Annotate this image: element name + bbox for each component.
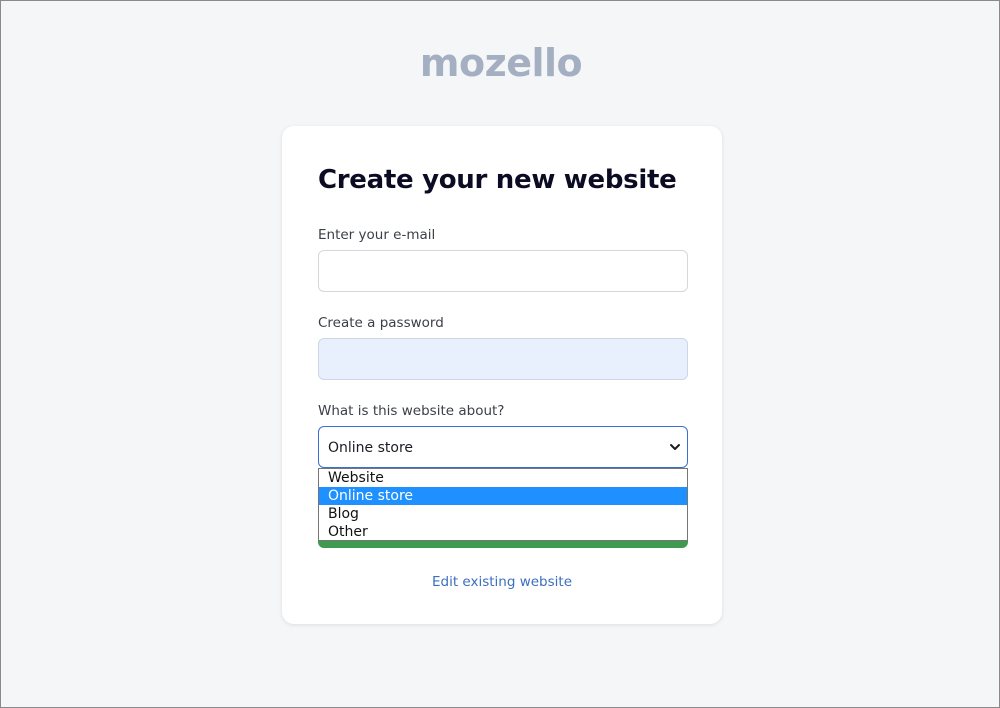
chevron-down-icon [670,444,680,450]
site-type-selected-value: Online store [328,440,414,456]
site-type-options-list: Website Online store Blog Other [318,468,688,541]
option-blog[interactable]: Blog [319,505,687,523]
site-type-select[interactable]: Online store [318,426,688,468]
site-type-label: What is this website about? [318,403,505,419]
mozello-logo[interactable]: mozello [1,39,999,87]
email-label: Enter your e-mail [318,227,436,243]
option-website[interactable]: Website [319,469,687,487]
page: mozello Create your new website Enter yo… [0,0,1000,708]
page-title: Create your new website [318,165,677,195]
password-field[interactable] [318,338,688,380]
email-field[interactable] [318,250,688,292]
option-other[interactable]: Other [319,523,687,541]
password-label: Create a password [318,315,444,331]
signup-card: Create your new website Enter your e-mai… [282,126,722,624]
edit-existing-website-link[interactable]: Edit existing website [282,573,722,591]
option-online-store[interactable]: Online store [319,487,687,505]
